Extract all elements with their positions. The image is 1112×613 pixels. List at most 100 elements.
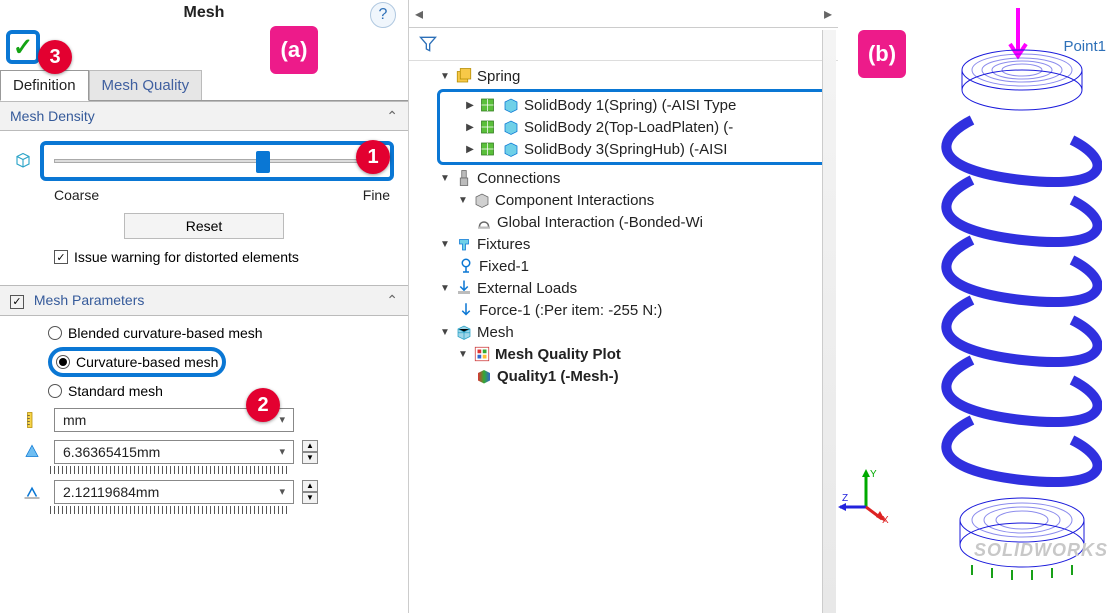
chevron-down-icon: ▾ — [279, 445, 285, 458]
mesh-density-body: Coarse Fine Reset ✓ Issue warning for di… — [0, 131, 408, 285]
mesh-density-slider[interactable] — [54, 159, 380, 163]
curvature-label: Curvature-based mesh — [76, 354, 218, 370]
ok-button-highlight: ✓ — [6, 30, 40, 64]
body3-label[interactable]: SolidBody 3(SpringHub) (-AISI — [524, 141, 727, 158]
global-interaction-icon — [475, 213, 493, 231]
comp-inter-label[interactable]: Component Interactions — [495, 192, 654, 209]
simulation-tree[interactable]: ▼ Spring ▶ SolidBody 1(Spring) (-AISI Ty… — [409, 61, 838, 391]
force-label[interactable]: Force-1 (:Per item: -255 N:) — [479, 302, 662, 319]
mesh-density-slider-highlight — [40, 141, 394, 181]
expander-icon[interactable]: ▶ — [464, 100, 476, 111]
solid-body-icon — [502, 118, 520, 136]
tree-scrollbar[interactable] — [822, 30, 836, 613]
min-size-value: 2.12119684mm — [63, 484, 159, 500]
chevron-down-icon: ▾ — [279, 413, 285, 426]
meshed-spring-graphic — [872, 20, 1102, 590]
mqp-label[interactable]: Mesh Quality Plot — [495, 346, 621, 363]
max-size-spinner[interactable]: ▲ ▼ — [302, 440, 318, 464]
min-element-icon — [23, 483, 41, 501]
triad-axis-icon: Y Z X — [838, 467, 894, 523]
spinner-down-icon[interactable]: ▼ — [302, 492, 318, 504]
mesh-density-icon — [14, 152, 32, 170]
mesh-density-label: Mesh Density — [10, 108, 95, 124]
blended-label: Blended curvature-based mesh — [68, 325, 263, 341]
expander-icon[interactable]: ▼ — [439, 327, 451, 338]
expander-icon[interactable]: ▶ — [464, 144, 476, 155]
force-arrow-icon — [457, 301, 475, 319]
annotation-b: (b) — [858, 30, 906, 78]
external-loads-icon — [455, 279, 473, 297]
tick-strip — [50, 506, 290, 514]
help-button[interactable]: ? — [370, 2, 396, 28]
mesh-density-header[interactable]: Mesh Density ⌃ — [0, 101, 408, 131]
bodies-highlight: ▶ SolidBody 1(Spring) (-AISI Type ▶ Soli… — [437, 89, 830, 165]
expander-icon[interactable]: ▼ — [457, 349, 469, 360]
solid-body-icon — [502, 140, 520, 158]
global-int-label[interactable]: Global Interaction (-Bonded-Wi — [497, 214, 703, 231]
min-size-field[interactable]: 2.12119684mm ▾ — [54, 480, 294, 504]
filter-icon[interactable] — [417, 34, 439, 54]
body2-label[interactable]: SolidBody 2(Top-LoadPlaten) (- — [524, 119, 733, 136]
radio-standard[interactable] — [48, 384, 62, 398]
max-size-value: 6.36365415mm — [63, 444, 160, 460]
quality1-label[interactable]: Quality1 (-Mesh-) — [497, 368, 619, 385]
radio-blended[interactable] — [48, 326, 62, 340]
nav-right-icon[interactable]: ▸ — [824, 4, 832, 24]
tree-filter-row — [409, 28, 838, 61]
fine-label: Fine — [363, 187, 390, 203]
expander-icon[interactable]: ▼ — [439, 283, 451, 294]
meshed-body-icon — [480, 118, 498, 136]
tab-mesh-quality[interactable]: Mesh Quality — [89, 70, 203, 100]
callout-3: 3 — [38, 40, 72, 74]
coarse-label: Coarse — [54, 187, 99, 203]
warn-checkbox[interactable]: ✓ — [54, 250, 68, 264]
meshed-body-icon — [480, 140, 498, 158]
chevron-up-icon[interactable]: ⌃ — [386, 108, 398, 125]
panel-title: Mesh — [0, 0, 408, 28]
mesh-parameters-label: Mesh Parameters — [34, 292, 144, 308]
unit-value: mm — [63, 412, 86, 428]
ext-loads-label[interactable]: External Loads — [477, 280, 577, 297]
mesh-params-checkbox[interactable]: ✓ — [10, 295, 24, 309]
quality-plot-icon — [475, 367, 493, 385]
svg-text:Z: Z — [842, 493, 848, 504]
standard-label: Standard mesh — [68, 383, 163, 399]
tab-bar: Definition Mesh Quality — [0, 70, 408, 101]
mesh-tree-icon — [455, 323, 473, 341]
mesh-quality-plot-icon — [473, 345, 491, 363]
expander-icon[interactable]: ▼ — [439, 239, 451, 250]
connections-icon — [455, 169, 473, 187]
mesh-label[interactable]: Mesh — [477, 324, 514, 341]
connections-label[interactable]: Connections — [477, 170, 560, 187]
mesh-parameters-body: Blended curvature-based mesh Curvature-b… — [0, 316, 408, 524]
expander-icon[interactable]: ▼ — [457, 195, 469, 206]
slider-thumb[interactable] — [256, 151, 270, 173]
radio-curvature[interactable] — [56, 355, 70, 369]
max-size-field[interactable]: 6.36365415mm ▾ — [54, 440, 294, 464]
nav-left-icon[interactable]: ◂ — [415, 4, 423, 24]
chevron-up-icon[interactable]: ⌃ — [386, 292, 398, 309]
fixtures-label[interactable]: Fixtures — [477, 236, 530, 253]
mesh-parameters-header[interactable]: ✓ Mesh Parameters ⌃ — [0, 285, 408, 316]
study-icon — [455, 67, 473, 85]
spinner-up-icon[interactable]: ▲ — [302, 480, 318, 492]
mesh-property-panel: Mesh ? ✓ Definition Mesh Quality Mesh De… — [0, 0, 408, 613]
expander-icon[interactable]: ▼ — [439, 173, 451, 184]
body1-label[interactable]: SolidBody 1(Spring) (-AISI Type — [524, 97, 736, 114]
min-size-spinner[interactable]: ▲ ▼ — [302, 480, 318, 504]
svg-text:X: X — [882, 515, 889, 523]
tree-root-label[interactable]: Spring — [477, 68, 520, 85]
spinner-down-icon[interactable]: ▼ — [302, 452, 318, 464]
spinner-up-icon[interactable]: ▲ — [302, 440, 318, 452]
ok-check-icon[interactable]: ✓ — [13, 33, 33, 62]
tab-definition[interactable]: Definition — [0, 70, 89, 101]
reset-button[interactable]: Reset — [124, 213, 284, 239]
callout-1: 1 — [356, 140, 390, 174]
fixed-label[interactable]: Fixed-1 — [479, 258, 529, 275]
svg-text:Y: Y — [870, 469, 877, 480]
max-element-icon — [23, 443, 41, 461]
expander-icon[interactable]: ▼ — [439, 71, 451, 82]
tick-strip — [50, 466, 290, 474]
expander-icon[interactable]: ▶ — [464, 122, 476, 133]
graphics-viewport[interactable]: (b) Point1 — [838, 0, 1112, 613]
